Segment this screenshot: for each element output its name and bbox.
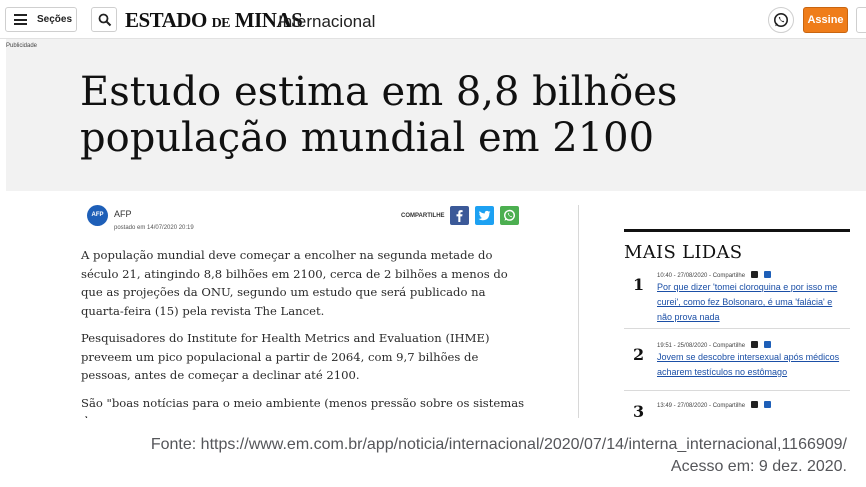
article-paragraph: São "boas notícias para o meio ambiente … [81, 395, 525, 419]
share-whatsapp-button[interactable] [500, 206, 519, 225]
site-logo[interactable]: ESTADO DE MINAS [125, 8, 303, 36]
article-paragraph: A população mundial deve começar a encol… [81, 248, 508, 318]
facebook-icon[interactable] [751, 401, 759, 408]
most-read-item: 2 19:51 - 25/08/2020 - Compartilhe Jovem… [624, 338, 850, 391]
ad-label: Publicidade [6, 43, 38, 49]
facebook-icon[interactable] [751, 271, 759, 278]
most-read-item: 3 13:49 - 27/08/2020 - Compartilhe [624, 398, 850, 418]
author-name[interactable]: AFP [114, 209, 132, 219]
column-divider [578, 205, 579, 418]
most-read-meta: 13:49 - 27/08/2020 - Compartilhe [657, 401, 772, 409]
article-paragraph: Pesquisadores do Institute for Health Me… [81, 331, 490, 382]
most-read-meta: 19:51 - 25/08/2020 - Compartilhe [657, 341, 772, 349]
most-read-rank: 3 [633, 402, 645, 418]
facebook-icon[interactable] [751, 341, 759, 348]
article-byline: AFP AFP postado em 14/07/2020 20:19 COMP… [87, 205, 527, 235]
most-read-item: 1 10:40 - 27/08/2020 - Compartilhe Por q… [624, 268, 850, 329]
search-button[interactable] [91, 7, 117, 32]
search-icon [98, 13, 112, 27]
most-read-meta-text: 13:49 - 27/08/2020 - Compartilhe [657, 403, 746, 409]
most-read-meta-text: 19:51 - 25/08/2020 - Compartilhe [657, 343, 746, 349]
logo-main: ESTADO [125, 8, 207, 32]
access-date: Acesso em: 9 dez. 2020. [670, 458, 847, 475]
agency-logo: AFP [87, 205, 108, 226]
facebook-icon [456, 210, 463, 222]
twitter-icon [478, 210, 491, 221]
twitter-icon[interactable] [764, 341, 772, 348]
twitter-icon[interactable] [764, 401, 772, 408]
hero-banner: Publicidade Estudo estima em 8,8 bilhões… [6, 39, 866, 191]
posted-date: postado em 14/07/2020 20:19 [114, 225, 194, 231]
most-read-link[interactable]: Jovem se descobre intersexual após médic… [657, 350, 847, 380]
subscribe-button[interactable]: Assine [803, 7, 848, 33]
most-read-title: MAIS LIDAS [624, 242, 743, 263]
article-body: A população mundial deve começar a encol… [81, 246, 529, 418]
most-read-rank: 2 [633, 345, 645, 364]
divider [624, 328, 850, 329]
share-facebook-button[interactable] [450, 206, 469, 225]
most-read-link[interactable]: Por que dizer 'tomei cloroquina e por is… [657, 280, 847, 325]
most-read-meta: 10:40 - 27/08/2020 - Compartilhe [657, 271, 772, 279]
whatsapp-icon [774, 13, 788, 27]
source-url: Fonte: https://www.em.com.br/app/noticia… [150, 436, 847, 453]
share-twitter-button[interactable] [475, 206, 494, 225]
site-header: Seções ESTADO DE MINAS Internacional Ass… [0, 0, 866, 39]
sidebar-top-rule [624, 229, 850, 232]
source-caption: Fonte: https://www.em.com.br/app/noticia… [151, 434, 847, 478]
most-read-rank: 1 [633, 275, 645, 294]
logo-de: DE [211, 16, 231, 31]
hamburger-icon [14, 14, 27, 25]
section-name[interactable]: Internacional [278, 12, 375, 32]
whatsapp-header-button[interactable] [768, 7, 794, 33]
share-label: COMPARTILHE [401, 213, 445, 219]
sections-label: Seções [37, 14, 73, 25]
twitter-icon[interactable] [764, 271, 772, 278]
screenshot-frame: Seções ESTADO DE MINAS Internacional Ass… [0, 0, 866, 418]
header-edge-button[interactable] [856, 7, 866, 33]
article-headline: Estudo estima em 8,8 bilhões população m… [80, 69, 678, 161]
sections-menu-button[interactable]: Seções [5, 7, 77, 32]
whatsapp-icon [503, 209, 516, 221]
most-read-meta-text: 10:40 - 27/08/2020 - Compartilhe [657, 273, 746, 279]
divider [624, 390, 850, 391]
